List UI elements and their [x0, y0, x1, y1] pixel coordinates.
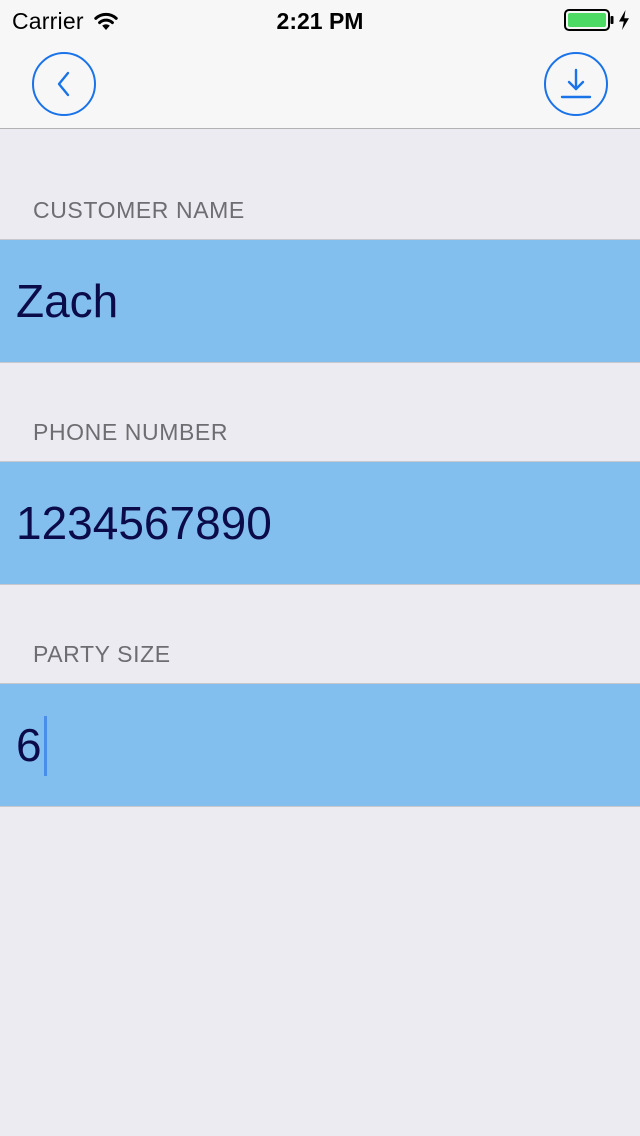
phone-number-row — [0, 461, 640, 585]
back-button[interactable] — [32, 52, 96, 116]
battery-group — [564, 9, 630, 31]
customer-name-input[interactable] — [16, 240, 624, 362]
text-cursor — [44, 716, 47, 776]
download-button[interactable] — [544, 52, 608, 116]
customer-name-label: CUSTOMER NAME — [33, 197, 245, 223]
status-bar: Carrier 2:21 PM — [0, 0, 640, 40]
phone-number-label: PHONE NUMBER — [33, 419, 229, 445]
battery-icon — [564, 9, 614, 31]
party-size-row — [0, 683, 640, 807]
navigation-bar — [0, 40, 640, 129]
status-time: 2:21 PM — [276, 8, 364, 34]
download-icon — [560, 68, 592, 99]
customer-name-row — [0, 239, 640, 363]
party-size-label: PARTY SIZE — [33, 641, 171, 667]
phone-number-input[interactable] — [16, 462, 624, 584]
chevron-left-icon — [57, 71, 70, 97]
charging-bolt-icon — [619, 10, 629, 30]
party-size-input[interactable] — [16, 684, 624, 806]
